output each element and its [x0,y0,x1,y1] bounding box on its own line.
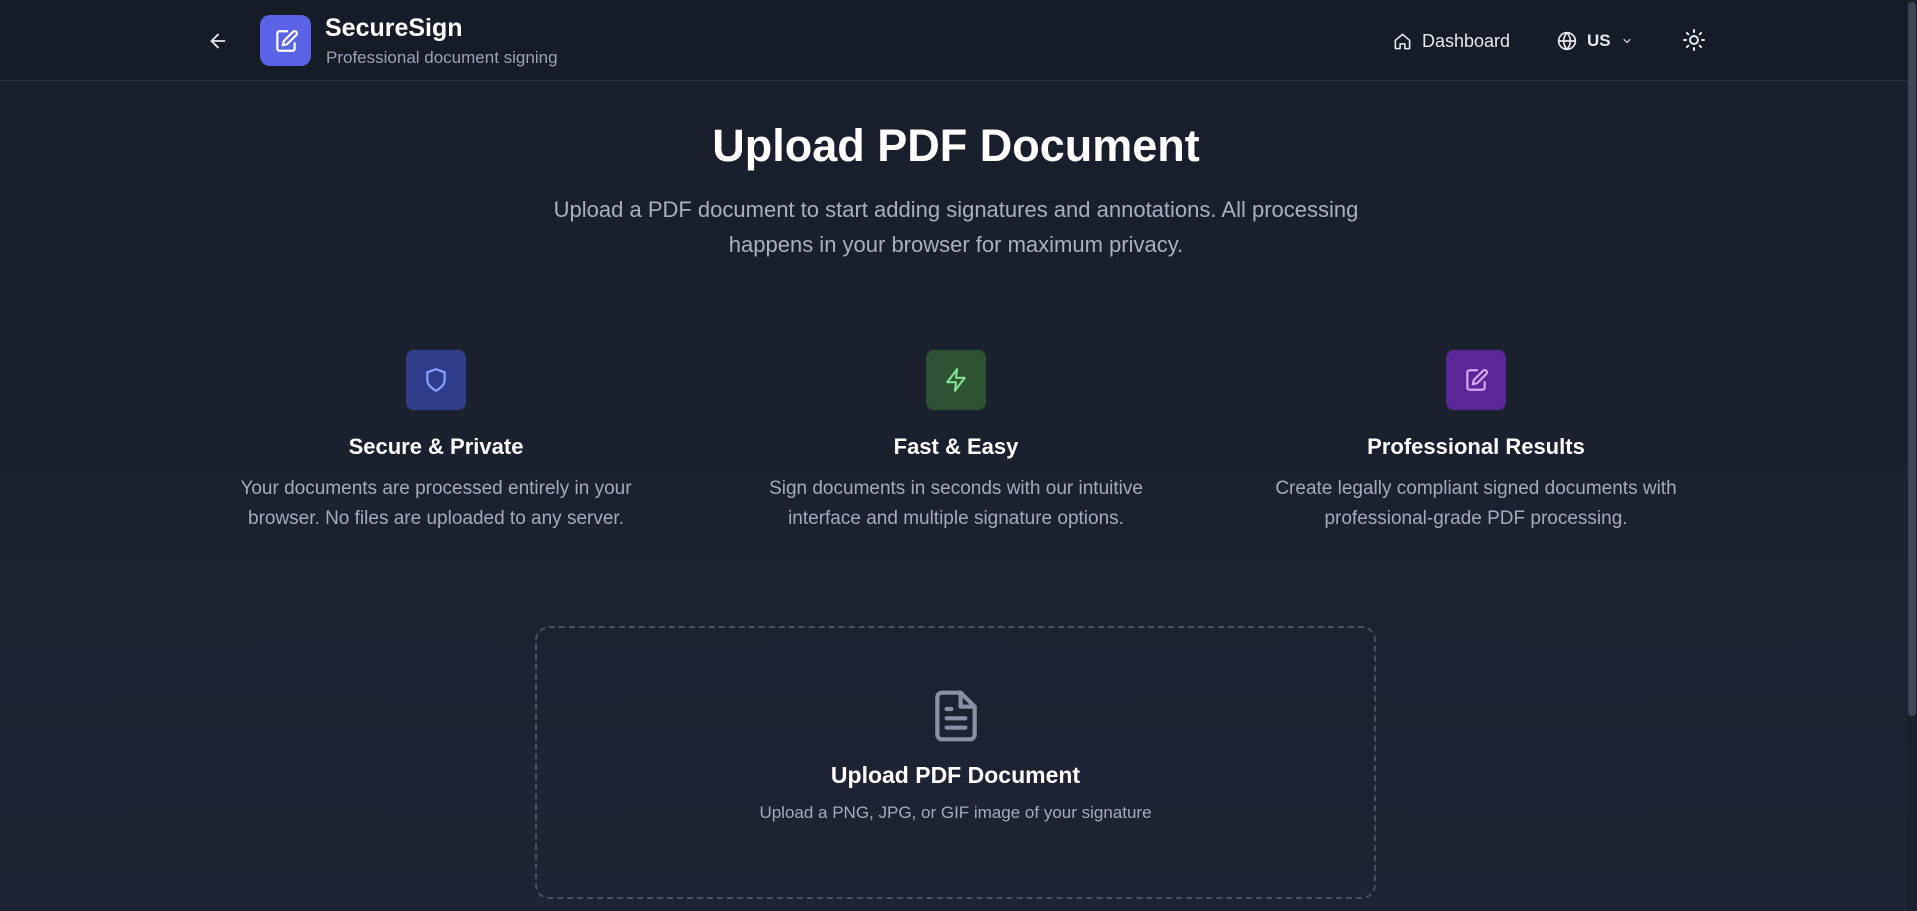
app-header: SecureSign Professional document signing… [0,0,1917,81]
sun-icon [1683,29,1705,51]
feature-description: Create legally compliant signed document… [1275,478,1677,529]
file-icon-wrapper [537,688,1374,744]
feature-icon-box [1446,350,1506,410]
language-select[interactable]: US [1557,28,1633,54]
scrollbar-thumb[interactable] [1908,2,1916,716]
back-button[interactable] [203,26,233,56]
feature-icon-box [406,350,466,410]
lightning-icon [946,368,966,392]
globe-icon [1557,31,1577,51]
file-text-icon [934,690,977,742]
page-title: Upload PDF Document [712,120,1200,171]
home-icon [1394,33,1411,49]
page-subtitle: Upload a PDF document to start adding si… [553,197,1359,257]
document-pen-icon [1466,369,1488,391]
upload-description: Upload a PNG, JPG, or GIF image of your … [759,803,1152,822]
theme-toggle-button[interactable] [1680,26,1708,54]
app-logo [260,15,311,66]
upload-dropzone[interactable]: Upload PDF Document Upload a PNG, JPG, o… [535,626,1376,899]
feature-title: Professional Results [1367,434,1585,459]
arrow-left-icon [210,33,226,49]
feature-title: Secure & Private [348,434,524,459]
feature-fast: Fast & Easy Sign documents in seconds wi… [736,350,1176,534]
shield-icon [426,368,446,392]
language-label: US [1587,31,1611,50]
brand-subtitle: Professional document signing [326,48,558,67]
dashboard-label: Dashboard [1422,30,1511,51]
feature-professional: Professional Results Create legally comp… [1256,350,1696,534]
feature-secure: Secure & Private Your documents are proc… [216,350,656,534]
dashboard-link[interactable]: Dashboard [1393,28,1510,54]
feature-title: Fast & Easy [893,434,1019,459]
document-pen-icon [275,29,298,52]
feature-description: Your documents are processed entirely in… [240,478,632,529]
chevron-down-icon [1623,38,1631,44]
feature-icon-box [926,350,986,410]
upload-title: Upload PDF Document [830,762,1081,788]
brand-title: SecureSign [325,14,463,42]
feature-description: Sign documents in seconds with our intui… [769,478,1143,529]
